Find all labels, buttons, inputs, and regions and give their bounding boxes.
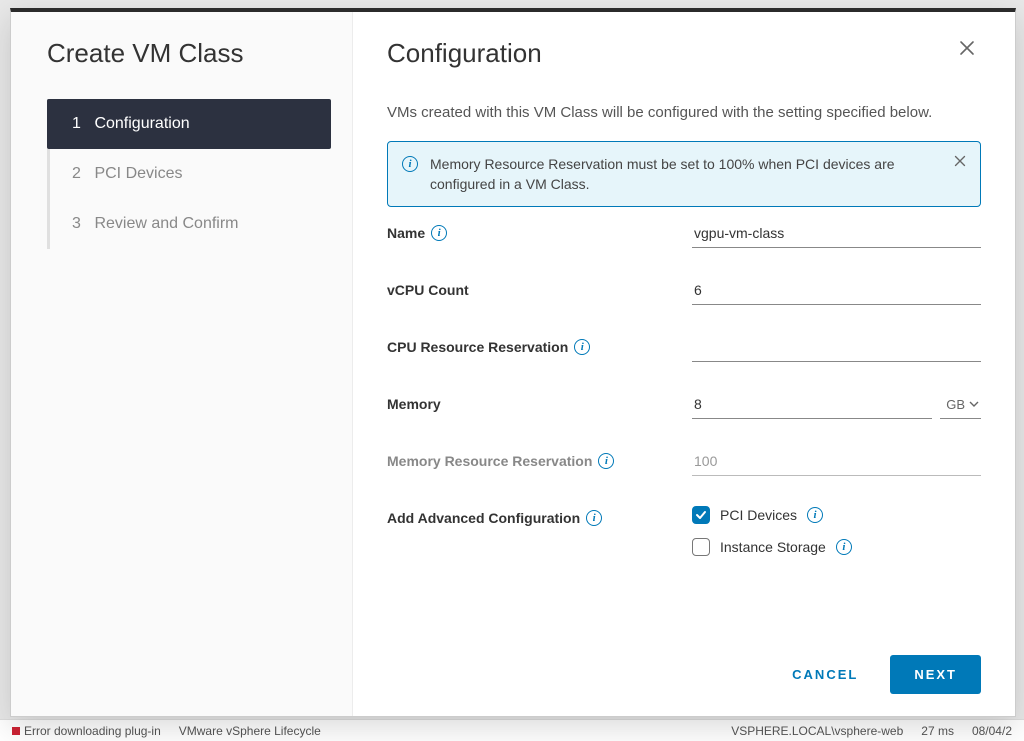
name-input[interactable] (692, 221, 981, 248)
close-icon (954, 155, 966, 167)
memory-label: Memory (387, 396, 441, 412)
page-title: Configuration (387, 38, 953, 69)
memory-reservation-input (692, 449, 981, 476)
check-icon (695, 509, 707, 521)
info-banner: i Memory Resource Reservation must be se… (387, 141, 981, 208)
status-item: Error downloading plug-in (12, 724, 161, 738)
cpu-reservation-label: CPU Resource Reservation (387, 339, 568, 355)
cpu-reservation-input[interactable] (692, 335, 981, 362)
wizard-steps: 1 Configuration 2 PCI Devices 3 Review a… (47, 99, 334, 249)
status-item: VSPHERE.LOCAL\vsphere-web (731, 724, 903, 738)
wizard-sidebar: Create VM Class 1 Configuration 2 PCI De… (11, 12, 353, 716)
wizard-title: Create VM Class (47, 38, 334, 69)
status-item: 08/04/2 (972, 724, 1012, 738)
info-icon[interactable]: i (574, 339, 590, 355)
vcpu-input[interactable] (692, 278, 981, 305)
close-button[interactable] (953, 38, 981, 62)
step-label: Review and Confirm (94, 215, 238, 232)
wizard-content: Configuration VMs created with this VM C… (353, 12, 1015, 716)
instance-storage-checkbox[interactable] (692, 538, 710, 556)
step-label: PCI Devices (94, 165, 182, 182)
info-icon[interactable]: i (598, 453, 614, 469)
memory-input[interactable] (692, 392, 932, 419)
wizard-step-pci-devices[interactable]: 2 PCI Devices (47, 149, 331, 199)
status-bar: Error downloading plug-in VMware vSphere… (0, 719, 1024, 741)
next-button[interactable]: NEXT (890, 655, 981, 694)
page-description: VMs created with this VM Class will be c… (387, 102, 947, 125)
pci-devices-label: PCI Devices (720, 507, 797, 523)
step-number: 1 (72, 115, 90, 133)
instance-storage-label: Instance Storage (720, 539, 826, 555)
vcpu-label: vCPU Count (387, 282, 469, 298)
wizard-footer: CANCEL NEXT (387, 635, 981, 694)
info-icon[interactable]: i (431, 225, 447, 241)
status-item: 27 ms (921, 724, 954, 738)
wizard-step-review-confirm[interactable]: 3 Review and Confirm (47, 199, 331, 249)
step-label: Configuration (94, 115, 189, 132)
memory-unit-select[interactable]: GB (940, 393, 981, 419)
advanced-config-label: Add Advanced Configuration (387, 510, 580, 526)
pci-devices-checkbox[interactable] (692, 506, 710, 524)
info-banner-dismiss[interactable] (954, 154, 966, 172)
modal-create-vm-class: Create VM Class 1 Configuration 2 PCI De… (10, 8, 1016, 717)
info-icon[interactable]: i (836, 539, 852, 555)
cancel-button[interactable]: CANCEL (780, 657, 870, 692)
info-icon[interactable]: i (586, 510, 602, 526)
step-number: 3 (72, 215, 90, 233)
step-number: 2 (72, 165, 90, 183)
memory-reservation-label: Memory Resource Reservation (387, 453, 592, 469)
memory-unit-value: GB (946, 397, 965, 412)
chevron-down-icon (969, 399, 979, 409)
close-icon (959, 40, 975, 56)
name-label: Name (387, 225, 425, 241)
info-icon: i (402, 154, 418, 173)
info-icon[interactable]: i (807, 507, 823, 523)
config-form: Name i vCPU Count CPU Resource Reservati… (387, 221, 981, 556)
status-item: VMware vSphere Lifecycle (179, 724, 321, 738)
wizard-step-configuration[interactable]: 1 Configuration (47, 99, 331, 149)
info-banner-text: Memory Resource Reservation must be set … (430, 154, 942, 195)
